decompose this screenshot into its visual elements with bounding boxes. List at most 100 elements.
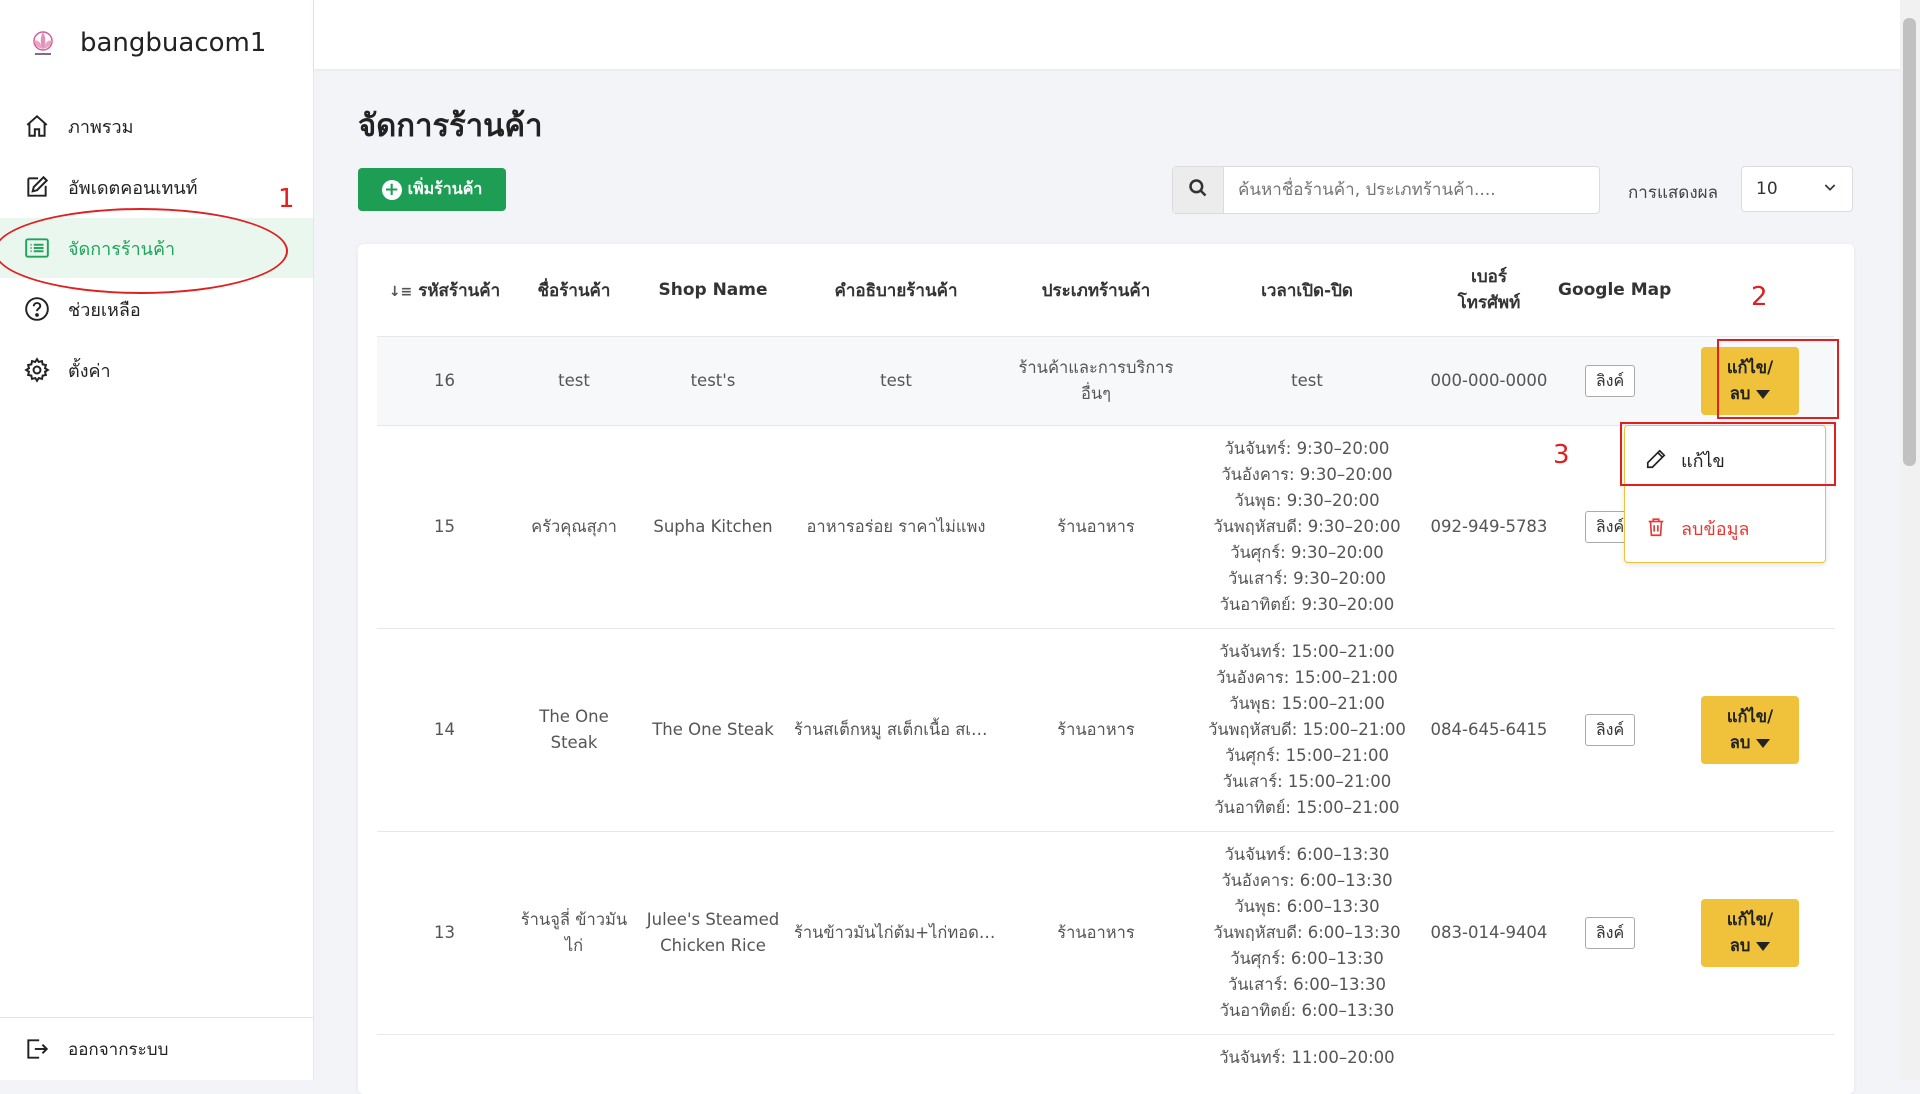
cell-actions [1666,1035,1834,1094]
cell-phone [1424,1035,1554,1094]
hours-line: วันอังคาร: 15:00–21:00 [1194,665,1420,691]
plus-icon: + [382,180,402,200]
trash-icon [1645,516,1669,540]
cell-phone: 092-949-5783 [1424,426,1554,629]
annotation-number-3: 3 [1553,440,1570,470]
column-header-description: คำอธิบายร้านค้า [790,244,1002,337]
page-title: จัดการร้านค้า [358,100,543,150]
search-input[interactable] [1224,167,1599,213]
annotation-box-2 [1717,339,1839,419]
edit-icon [24,174,50,200]
table-row: 14The One SteakThe One Steakร้านสเต็กหมู… [377,629,1834,832]
cell-shop-name-th [512,1035,636,1094]
scrollbar-thumb[interactable] [1903,18,1916,466]
sidebar: bangbuacom1 ภาพรวม อัพเดตคอนเทนท์ จัดการ… [0,0,314,1080]
logout-button[interactable]: ออกจากระบบ [0,1017,313,1080]
edit-delete-label-line2: ลบ [1730,730,1771,756]
cell-google-map: ลิงค์ [1554,337,1666,426]
hours-line: วันจันทร์: 9:30–20:00 [1194,436,1420,462]
table-header-row: ↓≡ รหัสร้านค้า ชื่อร้านค้า Shop Name คำอ… [377,244,1834,337]
cell-description: ร้านข้าวมันไก่ต้ม+ไก่ทอด ข้าว... [790,832,1002,1035]
dropdown-delete-item[interactable]: ลบข้อมูล [1625,498,1825,558]
cell-shop-id: 15 [377,426,512,629]
column-header-shop-name-th: ชื่อร้านค้า [512,244,636,337]
table-row: 15ครัวคุณสุภาSupha Kitchenอาหารอร่อย ราค… [377,426,1834,629]
edit-delete-label-line2: ลบ [1730,933,1771,959]
google-map-link-button[interactable]: ลิงค์ [1585,917,1635,949]
edit-delete-button[interactable]: แก้ไข/ลบ [1701,696,1799,764]
cell-google-map: ลิงค์ [1554,832,1666,1035]
hours-line: วันอาทิตย์: 15:00–21:00 [1194,795,1420,821]
sidebar-item-label: ภาพรวม [68,112,133,141]
cell-hours: test [1190,337,1424,426]
hours-line: วันเสาร์: 9:30–20:00 [1194,566,1420,592]
column-header-actions [1666,244,1834,337]
column-header-type: ประเภทร้านค้า [1002,244,1190,337]
chevron-down-icon [1822,179,1838,200]
column-header-phone: เบอร์โทรศัพท์ [1424,244,1554,337]
cell-hours: วันจันทร์: 11:00–20:00 [1190,1035,1424,1094]
cell-hours: วันจันทร์: 9:30–20:00วันอังคาร: 9:30–20:… [1190,426,1424,629]
cell-description [790,1035,1002,1094]
sidebar-item-settings[interactable]: ตั้งค่า [0,340,313,400]
page-size-select[interactable]: 10 [1741,166,1853,212]
page-size-label: การแสดงผล [1628,179,1718,206]
hours-line: วันเสาร์: 6:00–13:30 [1194,972,1420,998]
cell-shop-id: 13 [377,832,512,1035]
cell-type [1002,1035,1190,1094]
cell-shop-name-th: test [512,337,636,426]
page-scrollbar[interactable] [1900,0,1920,1080]
search-icon [1188,178,1208,202]
hours-line: วันอาทิตย์: 6:00–13:30 [1194,998,1420,1024]
sidebar-item-overview[interactable]: ภาพรวม [0,96,313,156]
cell-actions: แก้ไข/ลบ [1666,832,1834,1035]
edit-delete-button[interactable]: แก้ไข/ลบ [1701,899,1799,967]
hours-line: วันพุธ: 15:00–21:00 [1194,691,1420,717]
edit-delete-label-line1: แก้ไข/ [1727,907,1773,933]
sort-icon: ↓≡ [389,284,412,300]
cell-shop-name-en: Julee's Steamed Chicken Rice [636,832,790,1035]
brand[interactable]: bangbuacom1 [26,26,266,60]
hours-line: วันศุกร์: 15:00–21:00 [1194,743,1420,769]
cell-phone: 083-014-9404 [1424,832,1554,1035]
google-map-link-button[interactable]: ลิงค์ [1585,714,1635,746]
cell-shop-name-en [636,1035,790,1094]
caret-down-icon [1756,942,1770,951]
hours-line: test [1194,368,1420,394]
cell-shop-name-th: The One Steak [512,629,636,832]
hours-line: วันศุกร์: 6:00–13:30 [1194,946,1420,972]
annotation-number-1: 1 [278,184,295,214]
cell-type: ร้านอาหาร [1002,629,1190,832]
cell-type: ร้านค้าและการบริการอื่นๆ [1002,337,1190,426]
google-map-link-button[interactable]: ลิงค์ [1585,365,1635,397]
cell-google-map [1554,1035,1666,1094]
annotation-ellipse-1 [0,208,288,294]
search-button[interactable] [1173,167,1224,213]
sidebar-item-label: อัพเดตคอนเทนท์ [68,173,198,202]
hours-line: วันอังคาร: 9:30–20:00 [1194,462,1420,488]
caret-down-icon [1756,739,1770,748]
cell-actions: แก้ไข/ลบ [1666,629,1834,832]
cell-shop-name-th: ร้านจูลี่ ข้าวมันไก่ [512,832,636,1035]
cell-description: อาหารอร่อย ราคาไม่แพง [790,426,1002,629]
cell-hours: วันจันทร์: 6:00–13:30วันอังคาร: 6:00–13:… [1190,832,1424,1035]
add-shop-button[interactable]: + เพิ่มร้านค้า [358,168,506,211]
column-header-shop-name-en: Shop Name [636,244,790,337]
column-header-hours: เวลาเปิด-ปิด [1190,244,1424,337]
cell-description: ร้านสเต็กหมู สเต็กเนื้อ สเต็กปล... [790,629,1002,832]
sidebar-item-label: ตั้งค่า [68,356,111,385]
search-box [1172,166,1600,214]
annotation-box-3 [1620,422,1836,486]
top-bar [314,0,1900,69]
hours-line: วันจันทร์: 6:00–13:30 [1194,842,1420,868]
hours-line: วันศุกร์: 9:30–20:00 [1194,540,1420,566]
cell-shop-name-th: ครัวคุณสุภา [512,426,636,629]
edit-delete-label-text: ลบ [1730,936,1751,955]
shop-table: ↓≡ รหัสร้านค้า ชื่อร้านค้า Shop Name คำอ… [377,244,1834,1094]
logout-label: ออกจากระบบ [68,1036,168,1063]
add-shop-label: เพิ่มร้านค้า [408,177,483,202]
cell-shop-name-en: Supha Kitchen [636,426,790,629]
cell-type: ร้านอาหาร [1002,832,1190,1035]
table-row: 16testtest'stestร้านค้าและการบริการอื่นๆ… [377,337,1834,426]
column-header-shop-id[interactable]: ↓≡ รหัสร้านค้า [377,244,512,337]
